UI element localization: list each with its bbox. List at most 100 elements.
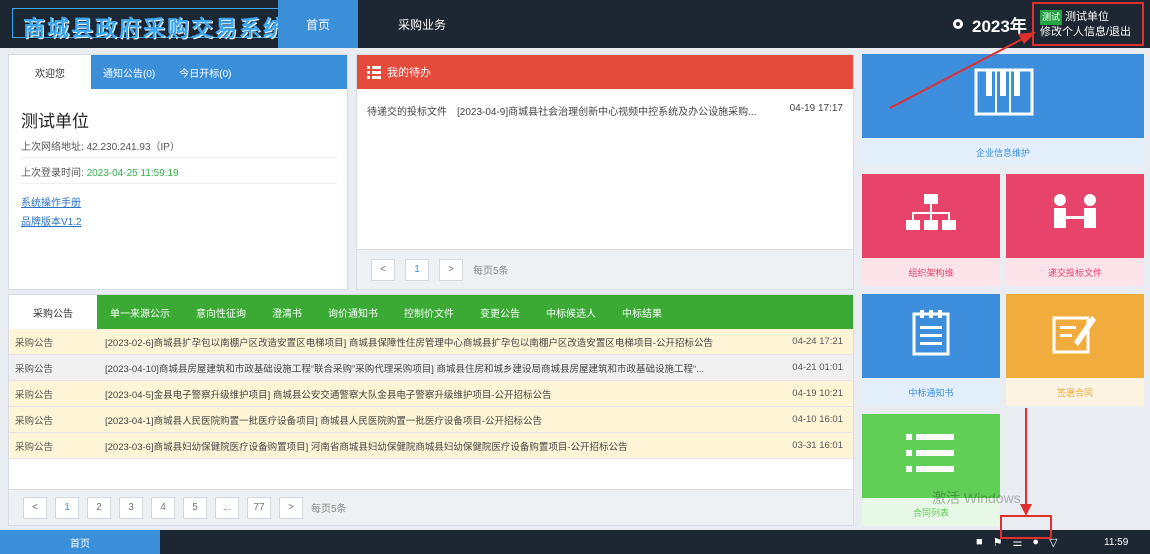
tile-label: 递交投标文件: [1006, 258, 1144, 286]
tile-contract-list[interactable]: 合同列表: [862, 414, 1000, 526]
tab-inquiry[interactable]: 询价通知书: [315, 295, 391, 329]
announcement-pagination: < 1 2 3 4 5 ... 77 > 每页5条: [9, 489, 853, 525]
tile-sign-contract[interactable]: 签署合同: [1006, 294, 1144, 406]
tab-notices[interactable]: 通知公告(0): [91, 55, 167, 89]
table-row[interactable]: 采购公告 [2023-04-1]商城县人民医院购置一批医疗设备项目] 商城县人民…: [9, 407, 853, 433]
top-bar: 商城县政府采购交易系统 首页 采购业务 2023年 测试 测试单位 修改个人信息/…: [0, 0, 1150, 48]
tile-label: 组织架构维: [862, 258, 1000, 286]
announcements-panel: 采购公告 单一来源公示 意向性征询 澄清书 询价通知书 控制价文件 变更公告 中…: [8, 294, 854, 526]
page-button[interactable]: 1: [405, 258, 429, 281]
tile-award-notice[interactable]: 中标通知书: [862, 294, 1000, 406]
row-title[interactable]: [2023-04-1]商城县人民医院购置一批医疗设备项目] 商城县人民医院购置一…: [105, 413, 775, 427]
row-category: 采购公告: [15, 389, 54, 401]
tile-company-info[interactable]: 企业信息维护: [862, 54, 1144, 166]
tab-change[interactable]: 变更公告: [467, 295, 533, 329]
year-selector[interactable]: 2023年: [950, 8, 1027, 40]
user-menu[interactable]: 测试 测试单位 修改个人信息/退出: [1032, 2, 1144, 46]
page-button[interactable]: 4: [151, 496, 175, 519]
todo-item[interactable]: 待递交的投标文件 [2023-04-9]商城县社会治理创新中心视频中控系统及办公…: [367, 103, 843, 118]
tab-welcome[interactable]: 欢迎您: [9, 55, 91, 89]
presentation-icon: [1054, 194, 1096, 228]
gear-icon: [953, 19, 963, 29]
user-tag: 测试: [1040, 10, 1063, 25]
todo-item-title: [2023-04-9]商城县社会治理创新中心视频中控系统及办公设施采购...: [457, 107, 757, 118]
version-link[interactable]: 品牌版本V1.2: [21, 213, 347, 228]
profile-logout-link[interactable]: 修改个人信息/退出: [1040, 25, 1136, 40]
manual-link[interactable]: 系统操作手册: [21, 194, 347, 209]
welcome-tabs: 欢迎您 通知公告(0) 今日开标(0): [9, 55, 347, 89]
announcement-tabs: 采购公告 单一来源公示 意向性征询 澄清书 询价通知书 控制价文件 变更公告 中…: [9, 295, 853, 329]
page-button[interactable]: 1: [55, 496, 79, 519]
lock-icon[interactable]: ■: [976, 536, 983, 548]
todo-panel: 我的待办 待递交的投标文件 [2023-04-9]商城县社会治理创新中心视频中控…: [356, 54, 854, 290]
tab-intention[interactable]: 意向性征询: [183, 295, 259, 329]
nav-procurement-business[interactable]: 采购业务: [372, 0, 472, 48]
nav-home[interactable]: 首页: [278, 0, 358, 48]
tab-today-opening[interactable]: 今日开标(0): [167, 55, 243, 89]
tab-result[interactable]: 中标结果: [609, 295, 675, 329]
todo-title: 我的待办: [387, 67, 431, 79]
row-category: 采购公告: [15, 441, 54, 453]
tab-clarification[interactable]: 澄清书: [259, 295, 315, 329]
last-ip-line: 上次网络地址: 42.230.241.93（IP）: [21, 138, 337, 158]
prev-page-button[interactable]: <: [371, 258, 395, 281]
edit-icon: [1052, 316, 1096, 354]
row-category: 采购公告: [15, 415, 54, 427]
tray-highlight-box: [1000, 515, 1052, 539]
tile-label: 企业信息维护: [862, 138, 1144, 166]
page-ellipsis: ...: [215, 496, 239, 519]
row-title[interactable]: [2023-02-6]商城县扩孕包以南棚户区改造安置区电梯项目] 商城县保障性住…: [105, 335, 775, 349]
page-button[interactable]: 3: [119, 496, 143, 519]
last-login-line: 上次登录时间: 2023-04-25 11:59:19: [21, 164, 337, 184]
welcome-panel: 欢迎您 通知公告(0) 今日开标(0) 测试单位 上次网络地址: 42.230.…: [8, 54, 348, 290]
piano-icon: [974, 68, 1034, 116]
last-ip-value: 42.230.241.93（IP）: [86, 142, 180, 153]
table-row[interactable]: 采购公告 [2023-04-5]金县电子警察升级维护项目] 商城县公安交通警察大…: [9, 381, 853, 407]
list-icon: [367, 66, 381, 79]
bottom-bar: 首页 ■ ⚑ ☰ ● ▽ 11:59: [0, 530, 1150, 554]
page-button[interactable]: 5: [183, 496, 207, 519]
todo-pagination: < 1 > 每页5条: [357, 249, 853, 289]
row-category: 采购公告: [15, 337, 54, 349]
todo-header: 我的待办: [357, 55, 853, 89]
next-page-button[interactable]: >: [439, 258, 463, 281]
table-row[interactable]: 采购公告 [2023-03-6]商城县妇幼保健院医疗设备购置项目] 河南省商城县…: [9, 433, 853, 459]
row-title[interactable]: [2023-04-5]金县电子警察升级维护项目] 商城县公安交通警察大队金县电子…: [105, 387, 775, 401]
tile-label: 签署合同: [1006, 378, 1144, 406]
row-title[interactable]: [2023-04-10]商城县房屋建筑和市政基础设施工程“联合采购”采购代理采购…: [105, 361, 775, 375]
last-login-label: 上次登录时间:: [21, 168, 84, 179]
tab-single-source[interactable]: 单一来源公示: [97, 295, 183, 329]
year-label: 2023年: [972, 16, 1027, 36]
table-row[interactable]: 采购公告 [2023-04-10]商城县房屋建筑和市政基础设施工程“联合采购”采…: [9, 355, 853, 381]
page-button[interactable]: 77: [247, 496, 271, 519]
row-category: 采购公告: [15, 363, 54, 375]
page-button[interactable]: 2: [87, 496, 111, 519]
user-name: 测试单位: [1065, 11, 1110, 23]
org-chart-icon: [906, 194, 956, 230]
tab-procurement-notice[interactable]: 采购公告: [9, 295, 97, 329]
prev-page-button[interactable]: <: [23, 496, 47, 519]
list-icon: [906, 434, 954, 472]
last-ip-label: 上次网络地址:: [21, 142, 84, 153]
tab-candidate[interactable]: 中标候选人: [533, 295, 609, 329]
table-row[interactable]: 采购公告 [2023-02-6]商城县扩孕包以南棚户区改造安置区电梯项目] 商城…: [9, 329, 853, 355]
document-icon: [912, 310, 950, 356]
row-date: 04-21 01:01: [792, 362, 843, 373]
unit-name: 测试单位: [21, 112, 89, 131]
page-size-label: 每页5条: [311, 504, 347, 515]
tile-label: 中标通知书: [862, 378, 1000, 406]
tile-submit-bid[interactable]: 递交投标文件: [1006, 174, 1144, 286]
activation-watermark: 激活 Windows: [932, 490, 1021, 506]
next-page-button[interactable]: >: [279, 496, 303, 519]
page-size-label: 每页5条: [473, 266, 509, 277]
tab-control-price[interactable]: 控制价文件: [391, 295, 467, 329]
row-title[interactable]: [2023-03-6]商城县妇幼保健院医疗设备购置项目] 河南省商城县妇幼保健院…: [105, 439, 775, 453]
row-date: 04-24 17:21: [792, 336, 843, 347]
todo-item-type: 待递交的投标文件: [367, 107, 447, 118]
todo-item-date: 04-19 17:17: [789, 103, 843, 114]
row-date: 03-31 16:01: [792, 440, 843, 451]
last-login-value: 2023-04-25 11:59:19: [86, 168, 179, 179]
row-date: 04-10 16:01: [792, 414, 843, 425]
tile-org-structure[interactable]: 组织架构维: [862, 174, 1000, 286]
taskbar-home-tab[interactable]: 首页: [0, 530, 160, 554]
